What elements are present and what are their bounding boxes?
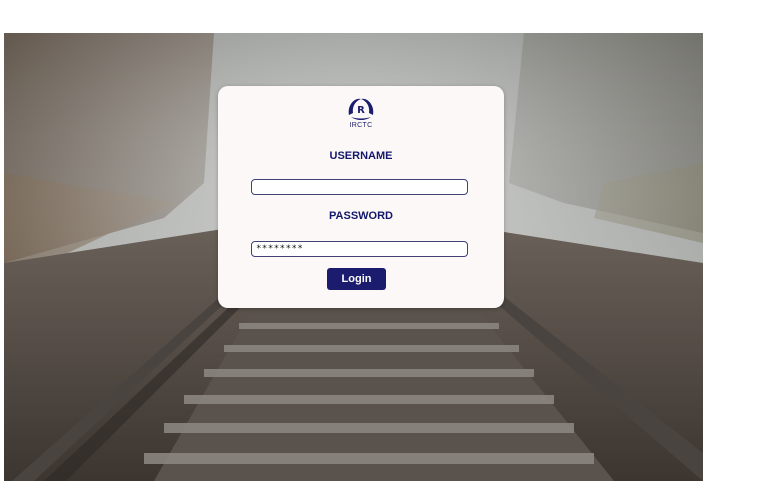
login-button[interactable]: Login [327,268,386,290]
username-label: USERNAME [329,150,393,162]
logo-text: IRCTC [349,122,373,129]
irctc-logo-icon: R [348,98,374,120]
username-input[interactable] [251,179,468,195]
background-frame: R IRCTC USERNAME PASSWORD ******** Login [4,33,703,481]
logo: R IRCTC [343,93,379,129]
password-label: PASSWORD [329,210,393,222]
login-card: R IRCTC USERNAME PASSWORD ******** Login [218,86,504,308]
svg-text:R: R [357,105,365,116]
password-input[interactable]: ******** [251,241,468,257]
